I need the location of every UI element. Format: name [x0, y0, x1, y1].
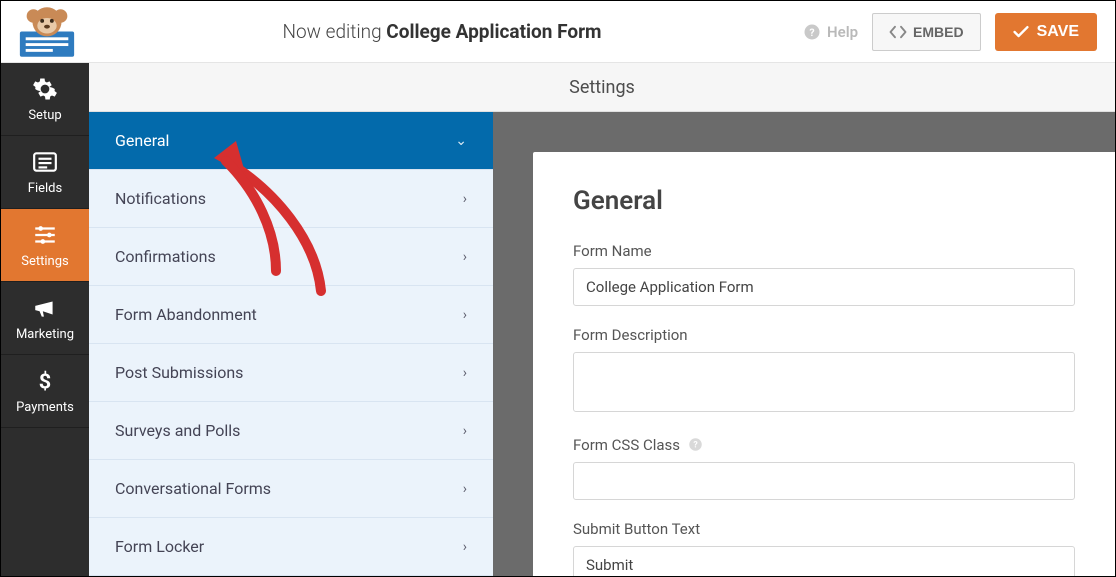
left-rail: Setup Fields Settings Marketing $ Paymen… — [1, 63, 89, 576]
subnav-item-label: Surveys and Polls — [115, 421, 240, 440]
subheader-title: Settings — [569, 77, 635, 98]
list-icon — [32, 149, 58, 175]
rail-item-settings[interactable]: Settings — [1, 209, 89, 282]
rail-item-payments[interactable]: $ Payments — [1, 355, 89, 428]
help-icon: ? — [803, 23, 821, 41]
help-label: Help — [827, 23, 858, 41]
field-label: Submit Button Text — [573, 520, 1075, 538]
gear-icon — [32, 76, 58, 102]
subnav-item-form-locker[interactable]: Form Locker › — [89, 518, 493, 576]
save-label: SAVE — [1037, 23, 1079, 41]
page-title: Now editing College Application Form — [81, 20, 803, 43]
subnav-item-label: Notifications — [115, 189, 206, 208]
panel-heading: General — [573, 186, 1075, 216]
embed-label: EMBED — [913, 24, 964, 40]
save-button[interactable]: SAVE — [995, 13, 1097, 51]
chevron-right-icon: › — [463, 365, 467, 381]
help-icon[interactable]: ? — [688, 436, 703, 454]
rail-item-setup[interactable]: Setup — [1, 63, 89, 136]
sliders-icon — [32, 222, 58, 248]
chevron-right-icon: › — [463, 191, 467, 207]
chevron-down-icon: ⌄ — [455, 133, 467, 149]
subnav-item-conversational-forms[interactable]: Conversational Forms › — [89, 460, 493, 518]
chevron-right-icon: › — [463, 539, 467, 555]
subnav-item-confirmations[interactable]: Confirmations › — [89, 228, 493, 286]
field-label: Form Name — [573, 242, 1075, 260]
rail-item-label: Payments — [16, 400, 74, 415]
check-icon — [1013, 25, 1029, 39]
subnav-item-label: Form Abandonment — [115, 305, 257, 324]
field-submit-text: Submit Button Text — [573, 520, 1075, 576]
field-label: Form CSS Class ? — [573, 436, 1075, 454]
svg-text:?: ? — [809, 25, 814, 38]
chevron-right-icon: › — [463, 481, 467, 497]
chevron-right-icon: › — [463, 307, 467, 323]
megaphone-icon — [32, 295, 58, 321]
chevron-right-icon: › — [463, 249, 467, 265]
editing-form-name: College Application Form — [386, 20, 601, 43]
svg-text:$: $ — [39, 369, 51, 393]
main-stage: General Form Name Form Description Form … — [493, 112, 1115, 576]
form-description-input[interactable] — [573, 352, 1075, 412]
svg-text:?: ? — [693, 441, 698, 451]
subnav-item-surveys-polls[interactable]: Surveys and Polls › — [89, 402, 493, 460]
submit-text-input[interactable] — [573, 546, 1075, 576]
app-logo — [13, 4, 81, 59]
rail-item-fields[interactable]: Fields — [1, 136, 89, 209]
subnav-item-label: Confirmations — [115, 247, 216, 266]
settings-panel: General Form Name Form Description Form … — [533, 152, 1115, 576]
code-icon — [889, 25, 907, 39]
subnav-item-label: Conversational Forms — [115, 479, 271, 498]
rail-item-marketing[interactable]: Marketing — [1, 282, 89, 355]
rail-item-label: Marketing — [16, 327, 74, 342]
rail-item-label: Settings — [21, 254, 68, 269]
settings-subnav: General ⌄ Notifications › Confirmations … — [89, 112, 493, 576]
top-bar: Now editing College Application Form ? H… — [1, 1, 1115, 63]
rail-item-label: Fields — [28, 181, 62, 196]
css-class-input[interactable] — [573, 462, 1075, 500]
subnav-item-label: General — [115, 131, 169, 150]
help-link[interactable]: ? Help — [803, 23, 858, 41]
dollar-icon: $ — [32, 368, 58, 394]
chevron-right-icon: › — [463, 423, 467, 439]
form-name-input[interactable] — [573, 268, 1075, 306]
field-form-name: Form Name — [573, 242, 1075, 306]
field-label: Form Description — [573, 326, 1075, 344]
subnav-item-post-submissions[interactable]: Post Submissions › — [89, 344, 493, 402]
subnav-item-form-abandonment[interactable]: Form Abandonment › — [89, 286, 493, 344]
embed-button[interactable]: EMBED — [872, 13, 981, 51]
subnav-item-notifications[interactable]: Notifications › — [89, 170, 493, 228]
editing-prefix: Now editing — [283, 20, 382, 43]
top-actions: ? Help EMBED SAVE — [803, 13, 1097, 51]
subnav-item-label: Form Locker — [115, 537, 204, 556]
field-css-class: Form CSS Class ? — [573, 436, 1075, 500]
subnav-item-general[interactable]: General ⌄ — [89, 112, 493, 170]
settings-subheader: Settings — [89, 63, 1115, 112]
subnav-item-label: Post Submissions — [115, 363, 243, 382]
field-form-description: Form Description — [573, 326, 1075, 416]
rail-item-label: Setup — [28, 108, 61, 123]
